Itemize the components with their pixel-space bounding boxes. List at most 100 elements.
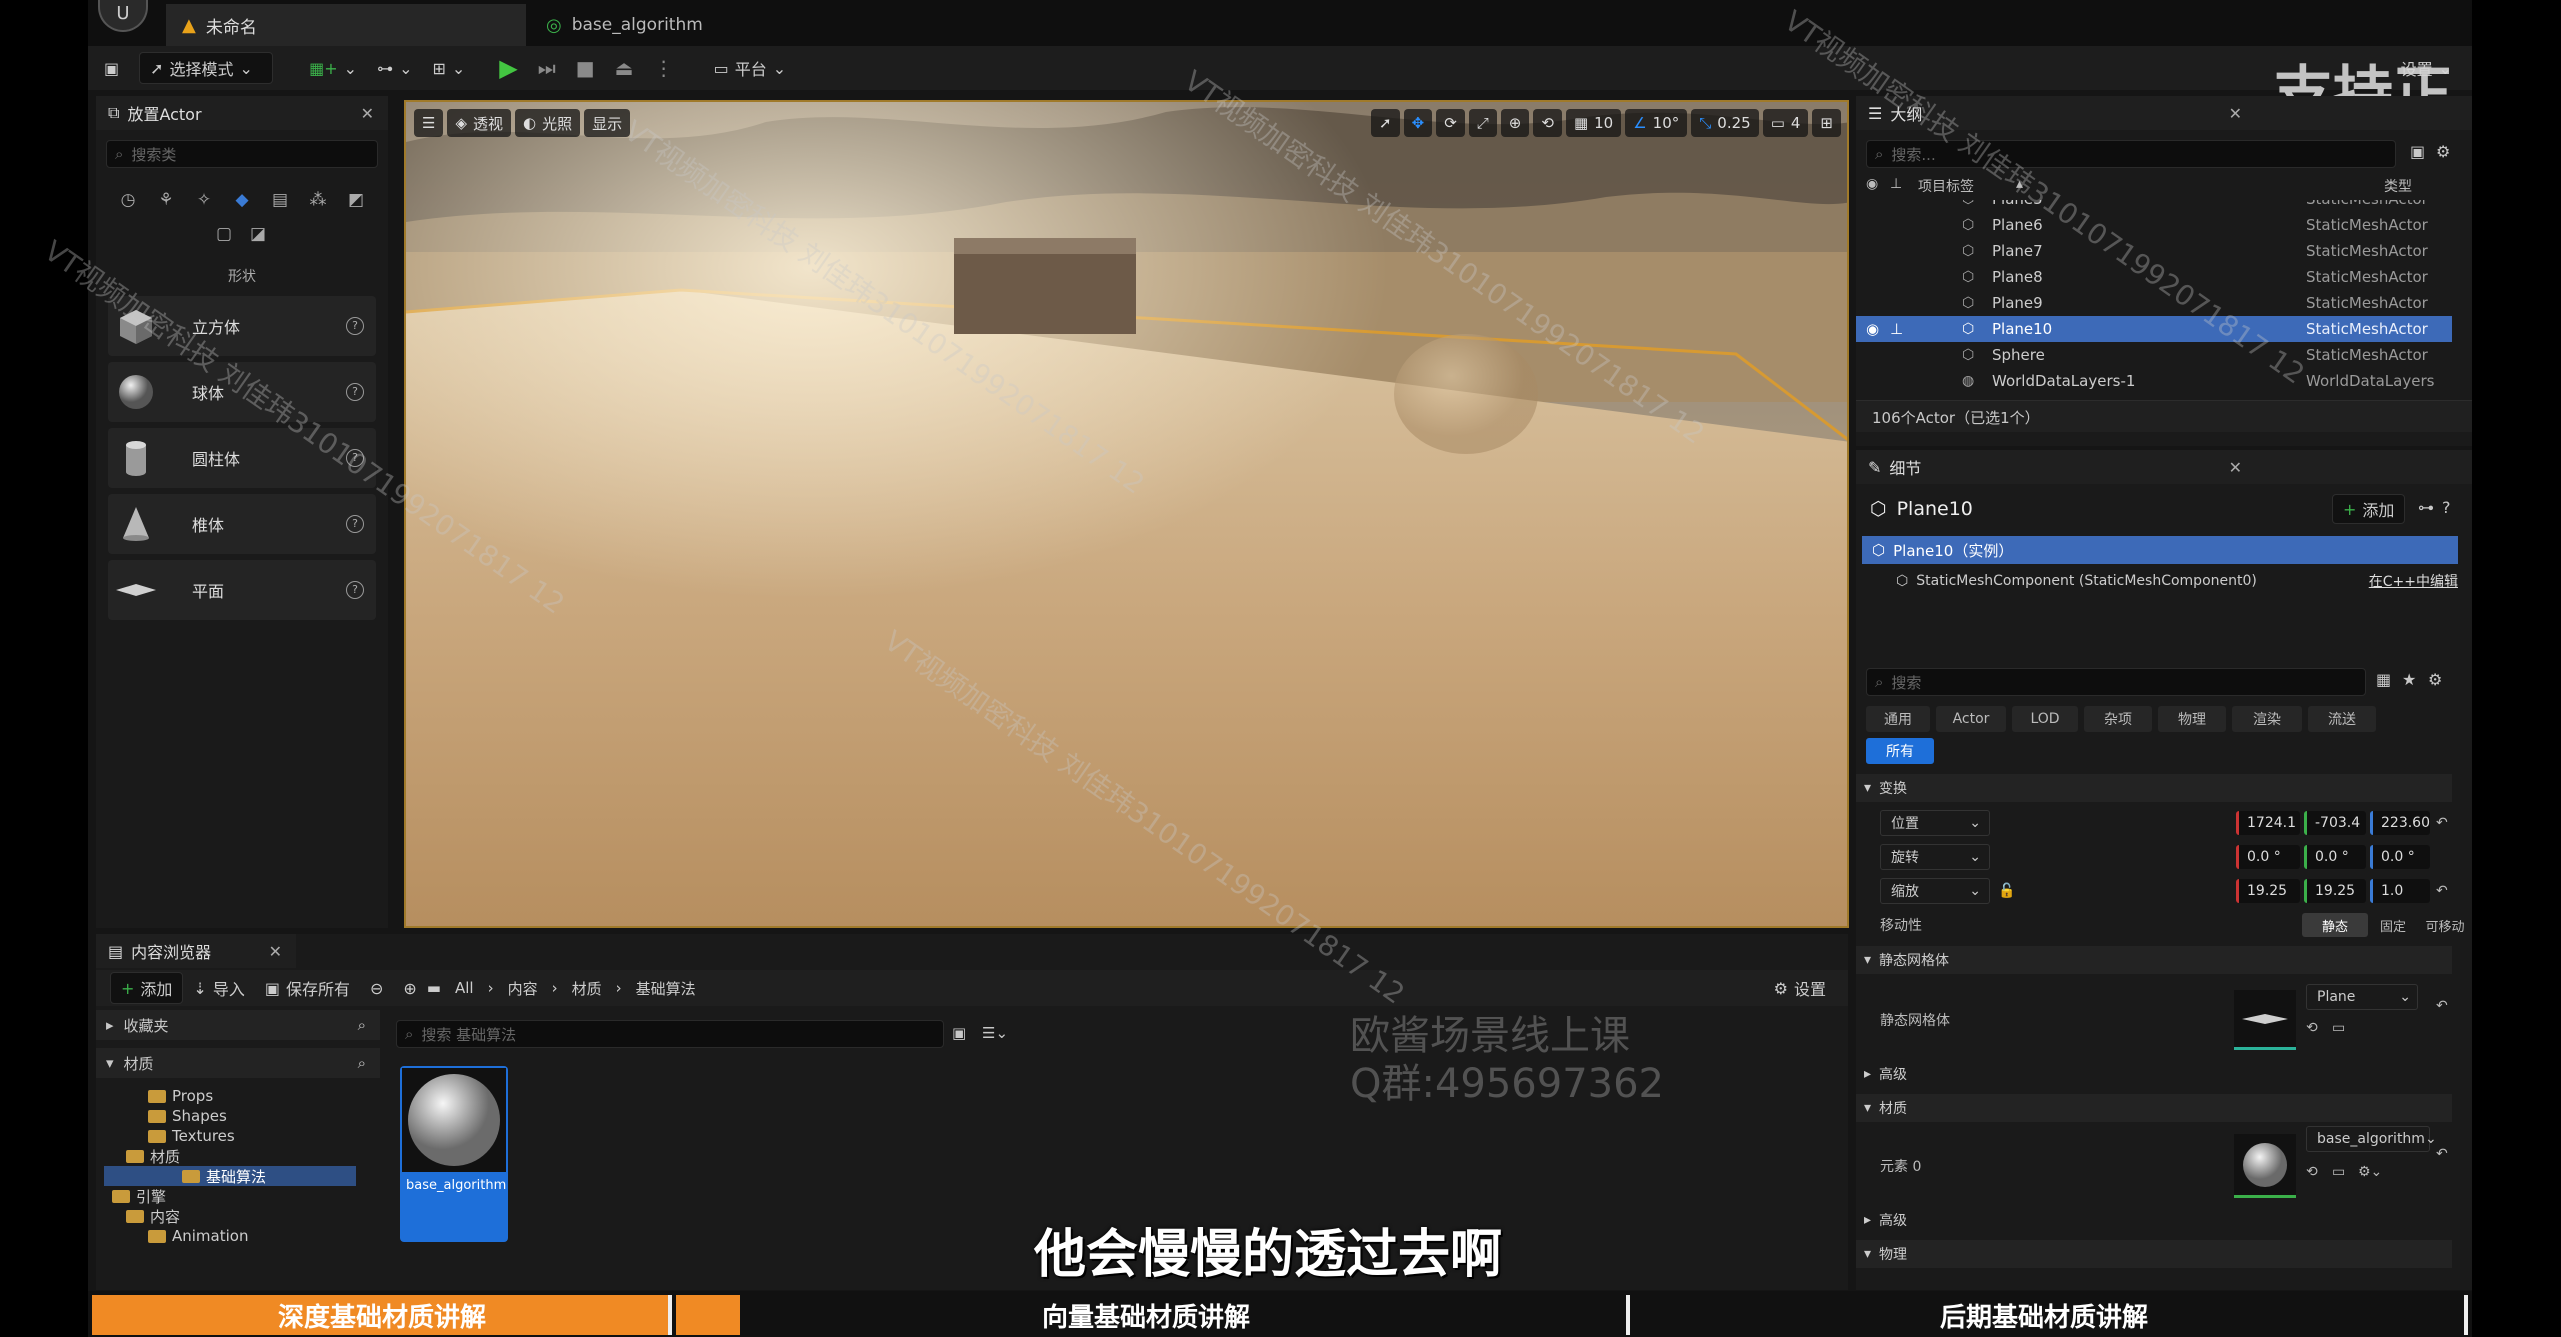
static-mesh-thumbnail[interactable] (2234, 990, 2296, 1050)
mobility-movable[interactable]: 可移动 (2418, 913, 2472, 937)
basic-icon[interactable]: ⚘ (154, 188, 178, 212)
chapter-tab[interactable]: 向量基础材质讲解 (1042, 1297, 1250, 1334)
platforms-dropdown[interactable]: ▭ 平台 ⌄ (704, 52, 797, 84)
eye-icon[interactable]: ◉ (1866, 176, 1878, 192)
outliner-row[interactable]: ⬡Plane5StaticMeshActor (1856, 200, 2452, 212)
tree-folder[interactable]: 内容 (126, 1206, 180, 1226)
rotation-snap-button[interactable]: ∠ 10° (1625, 109, 1688, 137)
reset-icon[interactable]: ↶ (2436, 815, 2448, 831)
rotation-y-input[interactable]: 0.0 ° (2304, 845, 2366, 869)
physics-section-header[interactable]: ▾ 物理 (1856, 1240, 2452, 1268)
eye-icon[interactable]: ◉ (1866, 320, 1879, 338)
gear-icon[interactable]: ⚙ (2428, 670, 2442, 689)
materials-advanced-toggle[interactable]: ▸ 高级 (1856, 1206, 2452, 1234)
help-icon[interactable]: ? (2442, 498, 2451, 517)
surface-snap-button[interactable]: ⟲ (1533, 109, 1562, 137)
scale-dropdown[interactable]: 缩放 ⌄ (1880, 878, 1990, 904)
save-search-icon[interactable]: ▣ (952, 1024, 966, 1042)
close-icon[interactable]: ✕ (2229, 458, 2242, 477)
rotate-tool-button[interactable]: ⟳ (1436, 109, 1465, 137)
close-icon[interactable]: ✕ (269, 942, 282, 961)
search-icon[interactable]: ⌕ (358, 1016, 366, 1034)
doc-tab-material[interactable]: ◎ base_algorithm (530, 4, 790, 46)
asset-search[interactable]: ⌕ 搜索 基础算法 (396, 1020, 944, 1048)
chapter-tab-active[interactable]: 深度基础材质讲解 (92, 1295, 672, 1335)
select-tool-button[interactable]: ➚ (1371, 109, 1400, 137)
help-icon[interactable]: ? (346, 515, 364, 533)
category-rendering[interactable]: 渲染 (2232, 706, 2302, 732)
browse-icon[interactable]: ⟲ (2306, 1164, 2318, 1180)
column-label[interactable]: 项目标签 (1918, 176, 1974, 196)
tree-folder[interactable]: Shapes (148, 1106, 227, 1126)
stop-button[interactable]: ■ (566, 52, 605, 84)
category-all[interactable]: 所有 (1866, 738, 1934, 764)
reset-icon[interactable]: ↶ (2436, 1146, 2448, 1162)
rotation-x-input[interactable]: 0.0 ° (2236, 845, 2300, 869)
rotation-z-input[interactable]: 0.0 ° (2370, 845, 2430, 869)
tree-folder[interactable]: Animation (148, 1226, 248, 1246)
favorites-header[interactable]: ▸ 收藏夹 ⌕ (96, 1010, 380, 1040)
place-actor-search[interactable]: ⌕ 搜索类 (106, 140, 378, 168)
breadcrumb-item[interactable]: All (455, 979, 474, 997)
reset-icon[interactable]: ↶ (2436, 883, 2448, 899)
table-view-icon[interactable]: ▦ (2376, 670, 2391, 689)
lock-icon[interactable]: 🔓 (1998, 883, 2015, 899)
details-search[interactable]: ⌕ 搜索 (1866, 668, 2366, 696)
grid-snap-button[interactable]: ▦ 10 (1565, 109, 1622, 137)
all-classes-icon[interactable]: ▢ (212, 222, 236, 246)
mobility-stationary[interactable]: 固定 (2368, 913, 2418, 937)
help-icon[interactable]: ? (346, 383, 364, 401)
location-dropdown[interactable]: 位置 ⌄ (1880, 810, 1990, 836)
doc-tab-untitled[interactable]: ▲ 未命名 (166, 4, 526, 46)
translate-tool-button[interactable]: ✥ (1403, 109, 1433, 137)
back-button[interactable]: ⊖ (360, 972, 393, 1004)
content-settings-button[interactable]: ⚙ 设置 (1764, 972, 1836, 1004)
viewport-menu-button[interactable]: ☰ (414, 109, 444, 137)
outliner-row[interactable]: ⬡ Plane6 StaticMeshActor (1856, 212, 2452, 238)
reset-icon[interactable]: ↶ (2436, 998, 2448, 1014)
select-mode-dropdown[interactable]: ➚ 选择模式 ⌄ (139, 52, 274, 84)
instance-row[interactable]: ⬡ Plane10（实例） (1862, 536, 2458, 564)
tree-folder-selected[interactable]: 基础算法 (104, 1166, 356, 1186)
save-all-button[interactable]: ▣ 保存所有 (255, 972, 360, 1004)
category-streaming[interactable]: 流送 (2308, 706, 2376, 732)
transform-section-header[interactable]: ▾ 变换 (1856, 774, 2452, 802)
shape-item-cone[interactable]: 椎体 ? (108, 494, 376, 554)
play-button[interactable]: ▶ (489, 52, 527, 84)
shape-item-plane[interactable]: 平面 ? (108, 560, 376, 620)
breadcrumb-item[interactable]: 内容 (508, 978, 538, 999)
material-thumbnail[interactable] (2234, 1134, 2296, 1198)
breadcrumb-item[interactable]: 材质 (572, 978, 602, 999)
add-component-button[interactable]: + 添加 (2332, 494, 2406, 524)
location-z-input[interactable]: 223.60 (2370, 811, 2430, 835)
scale-z-input[interactable]: 1.0 (2370, 879, 2430, 903)
tree-folder[interactable]: Props (148, 1086, 213, 1106)
category-physics[interactable]: 物理 (2158, 706, 2226, 732)
pin-icon[interactable]: ⊥ (1890, 176, 1902, 192)
asset-tile[interactable]: base_algorithm (400, 1066, 508, 1242)
location-x-input[interactable]: 1724.1 (2236, 811, 2300, 835)
mobility-static[interactable]: 静态 (2302, 913, 2368, 937)
scale-x-input[interactable]: 19.25 (2236, 879, 2300, 903)
blueprint-button[interactable]: ⊶ ⌄ (367, 52, 422, 84)
materials-tree-header[interactable]: ▾ 材质 ⌕ (96, 1048, 380, 1078)
close-icon[interactable]: ✕ (2229, 104, 2242, 123)
scale-snap-button[interactable]: ⤡ 0.25 (1691, 109, 1759, 137)
camera-speed-button[interactable]: ▭ 4 (1762, 109, 1809, 137)
unreal-logo-icon[interactable]: U (98, 0, 148, 32)
import-button[interactable]: ⇣ 导入 (183, 972, 254, 1004)
cinematic-icon[interactable]: ▤ (268, 188, 292, 212)
category-misc[interactable]: 杂项 (2084, 706, 2152, 732)
search-icon[interactable]: ⌕ (358, 1054, 366, 1072)
cinematics-button[interactable]: ⊞ ⌄ (422, 52, 475, 84)
geometry-icon[interactable]: ◪ (246, 222, 270, 246)
visual-effects-icon[interactable]: ⁂ (306, 188, 330, 212)
materials-section-header[interactable]: ▾ 材质 (1856, 1094, 2452, 1122)
forward-button[interactable]: ⊕ (393, 972, 426, 1004)
add-folder-icon[interactable]: ▣ (2410, 142, 2425, 161)
material-dropdown[interactable]: base_algorithm ⌄ (2306, 1126, 2437, 1152)
chapter-tab[interactable]: 后期基础材质讲解 (1940, 1297, 2148, 1334)
category-general[interactable]: 通用 (1866, 706, 1930, 732)
outliner-row[interactable]: ◍ WorldDataLayers-1 WorldDataLayers (1856, 368, 2452, 394)
material-options-icon[interactable]: ⚙⌄ (2358, 1164, 2382, 1180)
